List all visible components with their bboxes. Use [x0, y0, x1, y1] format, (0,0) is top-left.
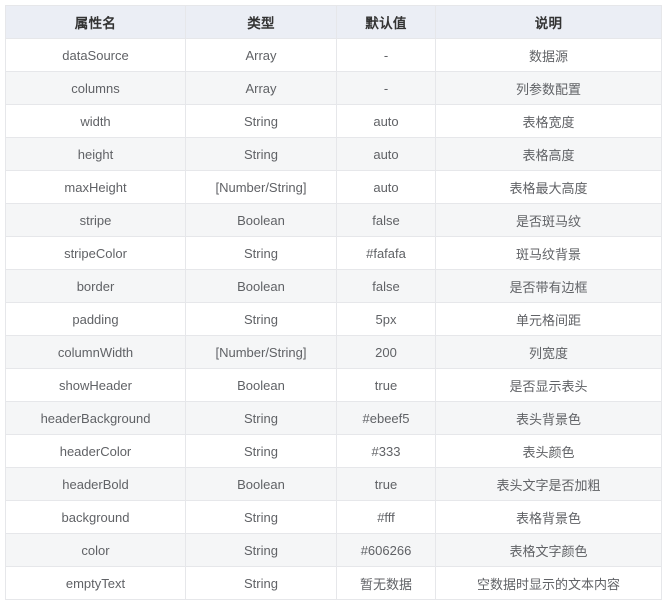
cell-default: #333 — [336, 434, 436, 468]
cell-type: String — [185, 566, 337, 600]
cell-desc: 表格背景色 — [435, 500, 662, 534]
cell-attr: width — [5, 104, 186, 138]
cell-type: String — [185, 401, 337, 435]
cell-attr: color — [5, 533, 186, 567]
cell-attr: emptyText — [5, 566, 186, 600]
table-row: columnWidth [Number/String] 200 列宽度 — [5, 335, 662, 369]
cell-type: Boolean — [185, 203, 337, 237]
cell-desc: 是否显示表头 — [435, 368, 662, 402]
cell-default: 5px — [336, 302, 436, 336]
cell-attr: stripe — [5, 203, 186, 237]
cell-attr: background — [5, 500, 186, 534]
cell-default: false — [336, 203, 436, 237]
cell-attr: showHeader — [5, 368, 186, 402]
cell-default: auto — [336, 104, 436, 138]
cell-desc: 列参数配置 — [435, 71, 662, 105]
cell-attr: stripeColor — [5, 236, 186, 270]
table-row: height String auto 表格高度 — [5, 137, 662, 171]
cell-attr: headerColor — [5, 434, 186, 468]
cell-type: String — [185, 104, 337, 138]
cell-attr: border — [5, 269, 186, 303]
table-body: dataSource Array - 数据源 columns Array - 列参数配置 wid… — [5, 38, 662, 600]
cell-default: #fff — [336, 500, 436, 534]
cell-default: 200 — [336, 335, 436, 369]
table-row: emptyText String 暂无数据 空数据时显示的文本内容 — [5, 566, 662, 600]
cell-attr: maxHeight — [5, 170, 186, 204]
column-header-description: 说明 — [435, 5, 662, 39]
cell-type: Boolean — [185, 368, 337, 402]
cell-desc: 是否斑马纹 — [435, 203, 662, 237]
table-row: dataSource Array - 数据源 — [5, 38, 662, 72]
cell-default: - — [336, 71, 436, 105]
table-row: headerBold Boolean true 表头文字是否加粗 — [5, 467, 662, 501]
cell-default: true — [336, 467, 436, 501]
cell-attr: padding — [5, 302, 186, 336]
api-properties-table-container: 属性名 类型 默认值 说明 dataSource Array - 数据源 columns… — [0, 0, 667, 611]
cell-type: Boolean — [185, 269, 337, 303]
cell-default: auto — [336, 170, 436, 204]
cell-default: auto — [336, 137, 436, 171]
cell-type: [Number/String] — [185, 335, 337, 369]
cell-type: String — [185, 500, 337, 534]
table-row: showHeader Boolean true 是否显示表头 — [5, 368, 662, 402]
cell-type: Array — [185, 38, 337, 72]
cell-attr: columns — [5, 71, 186, 105]
cell-attr: headerBackground — [5, 401, 186, 435]
table-row: padding String 5px 单元格间距 — [5, 302, 662, 336]
cell-default: true — [336, 368, 436, 402]
cell-type: String — [185, 236, 337, 270]
table-row: stripe Boolean false 是否斑马纹 — [5, 203, 662, 237]
column-header-default-value: 默认值 — [336, 5, 436, 39]
table-row: columns Array - 列参数配置 — [5, 71, 662, 105]
cell-desc: 表格高度 — [435, 137, 662, 171]
cell-attr: height — [5, 137, 186, 171]
cell-desc: 表格最大高度 — [435, 170, 662, 204]
cell-default: #606266 — [336, 533, 436, 567]
cell-type: String — [185, 533, 337, 567]
table-row: headerBackground String #ebeef5 表头背景色 — [5, 401, 662, 435]
table-header: 属性名 类型 默认值 说明 — [5, 5, 662, 39]
cell-default: #fafafa — [336, 236, 436, 270]
api-properties-table: 属性名 类型 默认值 说明 dataSource Array - 数据源 columns… — [5, 5, 662, 600]
cell-default: 暂无数据 — [336, 566, 436, 600]
table-row: border Boolean false 是否带有边框 — [5, 269, 662, 303]
table-row: width String auto 表格宽度 — [5, 104, 662, 138]
cell-desc: 空数据时显示的文本内容 — [435, 566, 662, 600]
table-row: color String #606266 表格文字颜色 — [5, 533, 662, 567]
cell-desc: 表头背景色 — [435, 401, 662, 435]
cell-type: Array — [185, 71, 337, 105]
cell-desc: 是否带有边框 — [435, 269, 662, 303]
cell-desc: 表头颜色 — [435, 434, 662, 468]
column-header-type: 类型 — [185, 5, 337, 39]
table-header-row: 属性名 类型 默认值 说明 — [5, 5, 662, 39]
cell-type: String — [185, 137, 337, 171]
cell-desc: 表格宽度 — [435, 104, 662, 138]
cell-default: #ebeef5 — [336, 401, 436, 435]
cell-desc: 斑马纹背景 — [435, 236, 662, 270]
table-row: headerColor String #333 表头颜色 — [5, 434, 662, 468]
cell-desc: 单元格间距 — [435, 302, 662, 336]
cell-desc: 表头文字是否加粗 — [435, 467, 662, 501]
cell-default: false — [336, 269, 436, 303]
cell-desc: 列宽度 — [435, 335, 662, 369]
cell-attr: dataSource — [5, 38, 186, 72]
cell-default: - — [336, 38, 436, 72]
cell-type: [Number/String] — [185, 170, 337, 204]
table-row: background String #fff 表格背景色 — [5, 500, 662, 534]
cell-type: String — [185, 302, 337, 336]
column-header-attribute-name: 属性名 — [5, 5, 186, 39]
cell-attr: headerBold — [5, 467, 186, 501]
cell-type: String — [185, 434, 337, 468]
table-row: stripeColor String #fafafa 斑马纹背景 — [5, 236, 662, 270]
table-row: maxHeight [Number/String] auto 表格最大高度 — [5, 170, 662, 204]
cell-type: Boolean — [185, 467, 337, 501]
cell-desc: 数据源 — [435, 38, 662, 72]
cell-attr: columnWidth — [5, 335, 186, 369]
cell-desc: 表格文字颜色 — [435, 533, 662, 567]
